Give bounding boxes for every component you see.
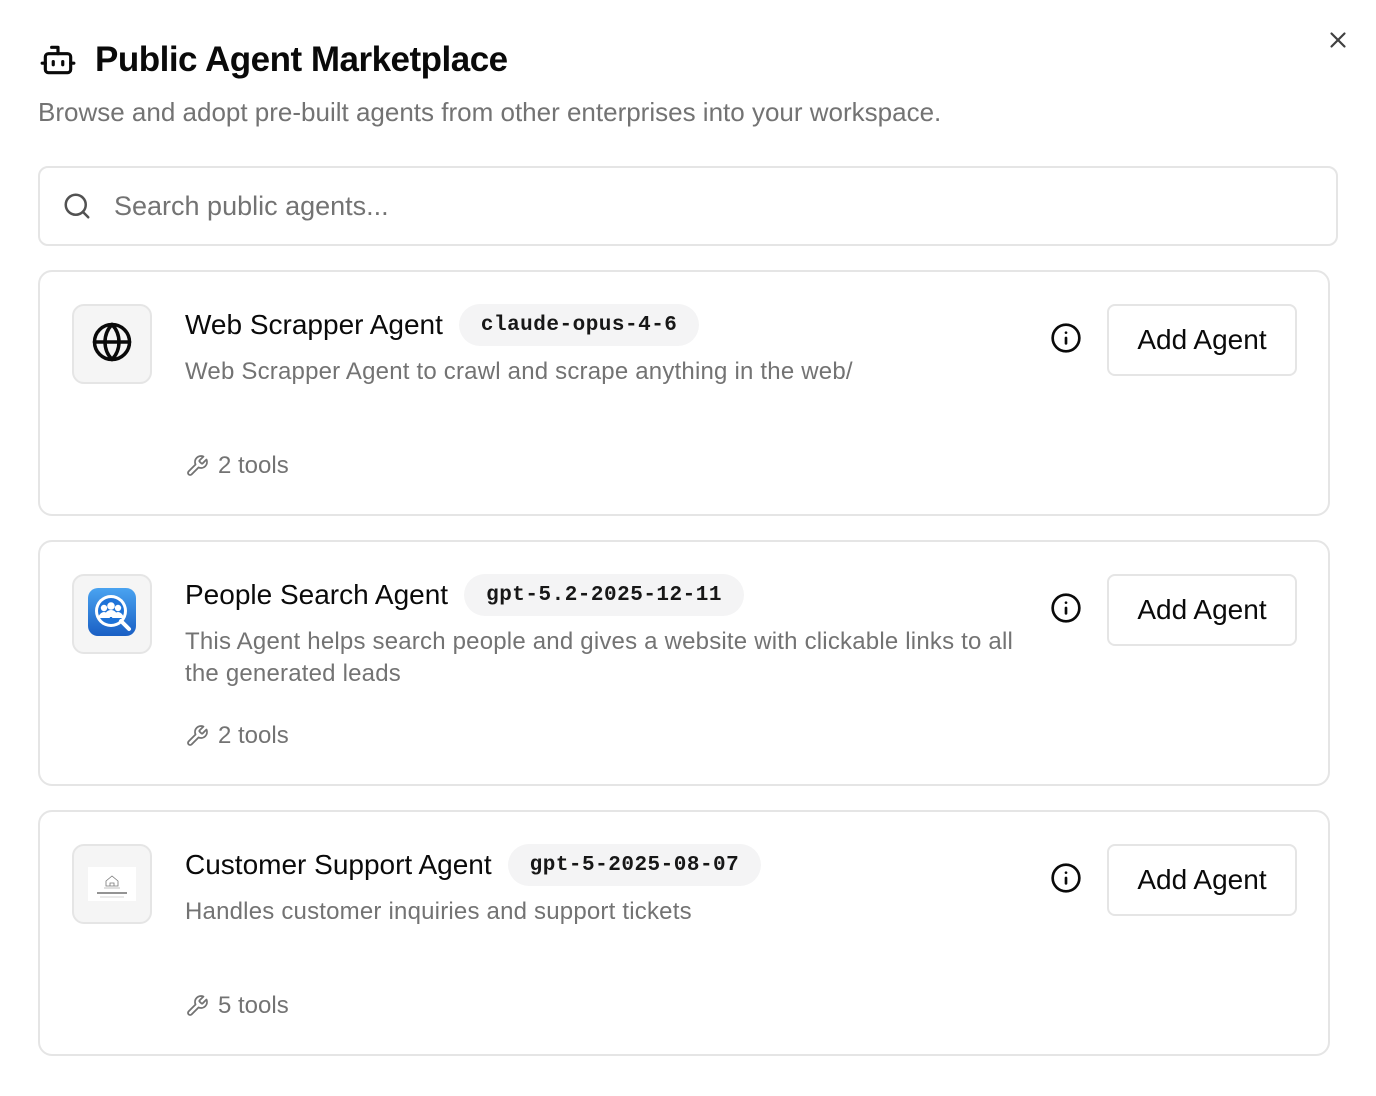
- add-agent-button[interactable]: Add Agent: [1107, 574, 1297, 646]
- agent-name-row: Web Scrapper Agent claude-opus-4-6: [185, 304, 700, 346]
- tools-label: 2 tools: [218, 722, 289, 749]
- wrench-icon: [185, 723, 211, 749]
- search-icon: [62, 191, 92, 221]
- agent-avatar: [72, 304, 152, 384]
- wrench-icon: [185, 993, 211, 1019]
- add-agent-button[interactable]: Add Agent: [1107, 304, 1297, 376]
- tools-count: 2 tools: [185, 722, 289, 750]
- info-icon: [1050, 862, 1082, 899]
- bot-icon: [38, 40, 78, 80]
- search-input[interactable]: [114, 190, 1264, 222]
- people-search-icon: [87, 587, 137, 642]
- dialog-header: Public Agent Marketplace: [38, 40, 508, 80]
- info-icon: [1050, 592, 1082, 629]
- close-icon: [1325, 27, 1351, 58]
- agent-avatar: [72, 574, 152, 654]
- agent-name: Web Scrapper Agent: [185, 309, 443, 340]
- globe-icon: [91, 321, 133, 368]
- agent-card: People Search Agent gpt-5.2-2025-12-11 T…: [38, 540, 1330, 786]
- info-button[interactable]: [1048, 592, 1084, 628]
- tools-count: 5 tools: [185, 992, 289, 1020]
- agent-description: This Agent helps search people and gives…: [185, 628, 1014, 687]
- info-button[interactable]: [1048, 322, 1084, 358]
- agent-description: Handles customer inquiries and support t…: [185, 898, 692, 925]
- agent-name: Customer Support Agent: [185, 849, 492, 880]
- company-logo: [88, 867, 136, 901]
- agent-name-row: People Search Agent gpt-5.2-2025-12-11: [185, 574, 744, 616]
- model-badge: gpt-5-2025-08-07: [507, 844, 762, 886]
- info-icon: [1050, 322, 1082, 359]
- model-badge: claude-opus-4-6: [458, 304, 700, 346]
- agent-card: Customer Support Agent gpt-5-2025-08-07 …: [38, 810, 1330, 1056]
- agent-card: Web Scrapper Agent claude-opus-4-6 Web S…: [38, 270, 1330, 516]
- agent-avatar: [72, 844, 152, 924]
- agent-name-row: Customer Support Agent gpt-5-2025-08-07: [185, 844, 762, 886]
- tools-count: 2 tools: [185, 452, 289, 480]
- agent-description: Web Scrapper Agent to crawl and scrape a…: [185, 358, 853, 385]
- add-agent-button[interactable]: Add Agent: [1107, 844, 1297, 916]
- model-badge: gpt-5.2-2025-12-11: [464, 574, 744, 616]
- close-button[interactable]: [1322, 26, 1354, 58]
- dialog-subtitle: Browse and adopt pre-built agents from o…: [38, 97, 942, 127]
- wrench-icon: [185, 453, 211, 479]
- info-button[interactable]: [1048, 862, 1084, 898]
- dialog-title: Public Agent Marketplace: [95, 40, 508, 79]
- agent-name: People Search Agent: [185, 579, 449, 610]
- search-box: [38, 166, 1338, 246]
- tools-label: 5 tools: [218, 992, 289, 1019]
- tools-label: 2 tools: [218, 452, 289, 479]
